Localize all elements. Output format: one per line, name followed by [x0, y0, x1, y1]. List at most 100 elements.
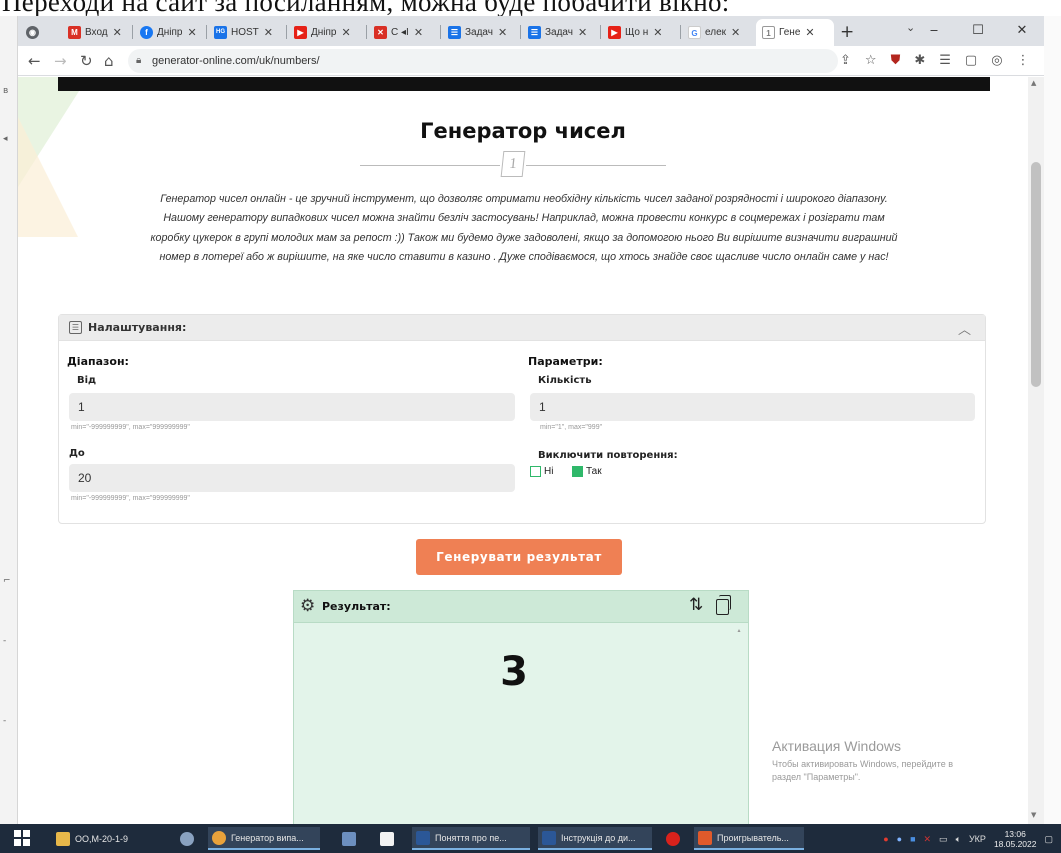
- language-indicator[interactable]: УКР: [969, 834, 986, 844]
- from-label: Від: [77, 375, 97, 386]
- settings-header[interactable]: ☰ Налаштування: ︿: [59, 315, 985, 341]
- generator-icon: 1: [762, 26, 775, 39]
- reading-list-icon[interactable]: ☰: [939, 53, 951, 68]
- taskbar-chrome[interactable]: Генератор випа...: [208, 827, 320, 850]
- close-tab-icon[interactable]: ✕: [113, 26, 122, 39]
- volume-icon[interactable]: 🔈︎: [956, 834, 961, 845]
- page-title: Генератор чисел: [420, 119, 626, 143]
- google-icon: G: [688, 26, 701, 39]
- collapse-chevron-icon[interactable]: ︿: [958, 319, 971, 338]
- taskbar-word-2[interactable]: Інструкція до ди...: [538, 827, 652, 850]
- tab-google[interactable]: G елек ✕: [682, 19, 754, 46]
- option-yes-label: Так: [586, 466, 602, 477]
- option-no-checkbox[interactable]: Ні: [530, 466, 553, 477]
- result-scrollbar[interactable]: ▴: [734, 627, 744, 824]
- activation-title: Активация Windows: [772, 738, 902, 754]
- tab-youtube-dnipro[interactable]: ▶ Дніпр ✕: [288, 19, 366, 46]
- browser-menu-tab[interactable]: ◉: [20, 19, 42, 46]
- tab-tasks-2[interactable]: ☰ Задач ✕: [522, 19, 600, 46]
- minimize-button[interactable]: ‒: [912, 16, 956, 46]
- extension-shield-icon[interactable]: ⛊: [891, 53, 901, 68]
- count-input[interactable]: [530, 393, 975, 421]
- tab-youtube-2[interactable]: ▶ Що н ✕: [602, 19, 680, 46]
- close-tab-icon[interactable]: ✕: [264, 26, 273, 39]
- intro-line: Нашому генератору випадкових чисел можна…: [163, 212, 885, 225]
- from-input[interactable]: [69, 393, 515, 421]
- tab-gmail[interactable]: M Вход ✕: [62, 19, 132, 46]
- tab-generator[interactable]: 1 Гене ✕: [756, 19, 834, 46]
- settings-title: Налаштування:: [88, 321, 187, 334]
- taskbar-calculator[interactable]: [338, 827, 360, 850]
- document-cropped-text: Переходи на сайт за посиланням, можна бу…: [0, 0, 1061, 16]
- chrome-icon: [212, 830, 226, 845]
- clock[interactable]: 13:06 18.05.2022: [994, 829, 1037, 849]
- network-icon[interactable]: ▭: [939, 834, 948, 845]
- gear-icon[interactable]: ⚙: [300, 596, 315, 616]
- close-tab-icon[interactable]: ✕: [731, 26, 740, 39]
- taskbar-notepad[interactable]: [376, 827, 398, 850]
- close-tab-icon[interactable]: ✕: [653, 26, 662, 39]
- reload-icon[interactable]: ↻: [80, 52, 93, 70]
- taskbar: ОО,М-20-1-9 Генератор випа... Поняття пр…: [0, 824, 1061, 853]
- copy-icon[interactable]: [716, 595, 731, 615]
- notifications-icon[interactable]: ▢: [1044, 834, 1053, 845]
- tab-label: C ◂I: [391, 27, 409, 38]
- divider-line: [526, 165, 666, 166]
- count-label: Кількість: [538, 375, 592, 386]
- to-input[interactable]: [69, 464, 515, 492]
- page-scrollbar[interactable]: ▲ ▼: [1028, 77, 1044, 824]
- tray-app-icon[interactable]: ●: [897, 834, 902, 844]
- close-tab-icon[interactable]: ✕: [498, 26, 507, 39]
- notepad-icon: [380, 831, 394, 846]
- close-tab-icon[interactable]: ✕: [578, 26, 587, 39]
- ruler-mark: в: [3, 86, 9, 96]
- scroll-up-icon[interactable]: ▲: [1031, 79, 1036, 87]
- option-yes-checkbox[interactable]: Так: [572, 466, 602, 477]
- back-icon[interactable]: ←: [28, 52, 41, 70]
- scrollbar-thumb[interactable]: [1031, 162, 1041, 387]
- tray-warning-icon[interactable]: ✕: [924, 834, 932, 845]
- tab-facebook[interactable]: f Дніпр ✕: [134, 19, 206, 46]
- checkbox-empty-icon: [530, 466, 541, 477]
- maximize-button[interactable]: ☐: [956, 16, 1000, 46]
- tab-red[interactable]: ✕ C ◂I ✕: [368, 19, 440, 46]
- taskbar-opera[interactable]: [662, 827, 688, 850]
- address-bar[interactable]: 🔒︎ generator-online.com/uk/numbers/: [128, 49, 838, 73]
- ruler-mark: -: [3, 636, 7, 646]
- tab-label: Гене: [779, 27, 801, 38]
- scroll-down-icon[interactable]: ▼: [1031, 811, 1036, 819]
- home-icon[interactable]: ⌂: [104, 52, 114, 70]
- taskbar-folder[interactable]: ОО,М-20-1-9: [52, 827, 162, 850]
- opera-tray-icon[interactable]: ●: [883, 834, 888, 844]
- close-tab-icon[interactable]: ✕: [414, 26, 423, 39]
- tray-app-icon[interactable]: ■: [910, 834, 915, 844]
- taskbar-media-player[interactable]: Проигрыватель...: [694, 827, 804, 850]
- sort-icon[interactable]: ⇅: [689, 595, 703, 615]
- extensions-area: ⇪ ☆ ⛊ ✱ ☰ ▢ ◎ ⋮: [840, 53, 1030, 68]
- red-square-icon: ✕: [374, 26, 387, 39]
- generate-button[interactable]: Генерувати результат: [416, 539, 622, 575]
- close-tab-icon[interactable]: ✕: [805, 26, 814, 39]
- tab-tasks-1[interactable]: ☰ Задач ✕: [442, 19, 520, 46]
- windows-start-icon[interactable]: [14, 830, 31, 847]
- profile-avatar[interactable]: ◎: [991, 53, 1002, 68]
- document-left-margin: в ◂ ⌐ - -: [0, 16, 18, 824]
- taskbar-word-1[interactable]: Поняття про пе...: [412, 827, 530, 850]
- side-panel-icon[interactable]: ▢: [965, 53, 977, 68]
- tab-host[interactable]: HG HOST ✕: [208, 19, 286, 46]
- settings-list-icon: ☰: [69, 321, 82, 334]
- taskbar-app[interactable]: [176, 827, 202, 850]
- forward-icon[interactable]: →: [54, 52, 67, 70]
- close-window-button[interactable]: ✕: [1000, 16, 1044, 46]
- close-tab-icon[interactable]: ✕: [342, 26, 351, 39]
- share-icon[interactable]: ⇪: [840, 53, 851, 68]
- menu-kebab-icon[interactable]: ⋮: [1017, 53, 1030, 68]
- extensions-puzzle-icon[interactable]: ✱: [914, 53, 925, 68]
- ruler-mark: -: [3, 716, 7, 726]
- new-tab-button[interactable]: +: [840, 22, 854, 42]
- option-no-label: Ні: [544, 466, 554, 477]
- bookmark-star-icon[interactable]: ☆: [865, 53, 877, 68]
- activation-line: Чтобы активировать Windows, перейдите в: [772, 759, 953, 769]
- ruler-mark: ⌐: [3, 576, 11, 586]
- close-tab-icon[interactable]: ✕: [188, 26, 197, 39]
